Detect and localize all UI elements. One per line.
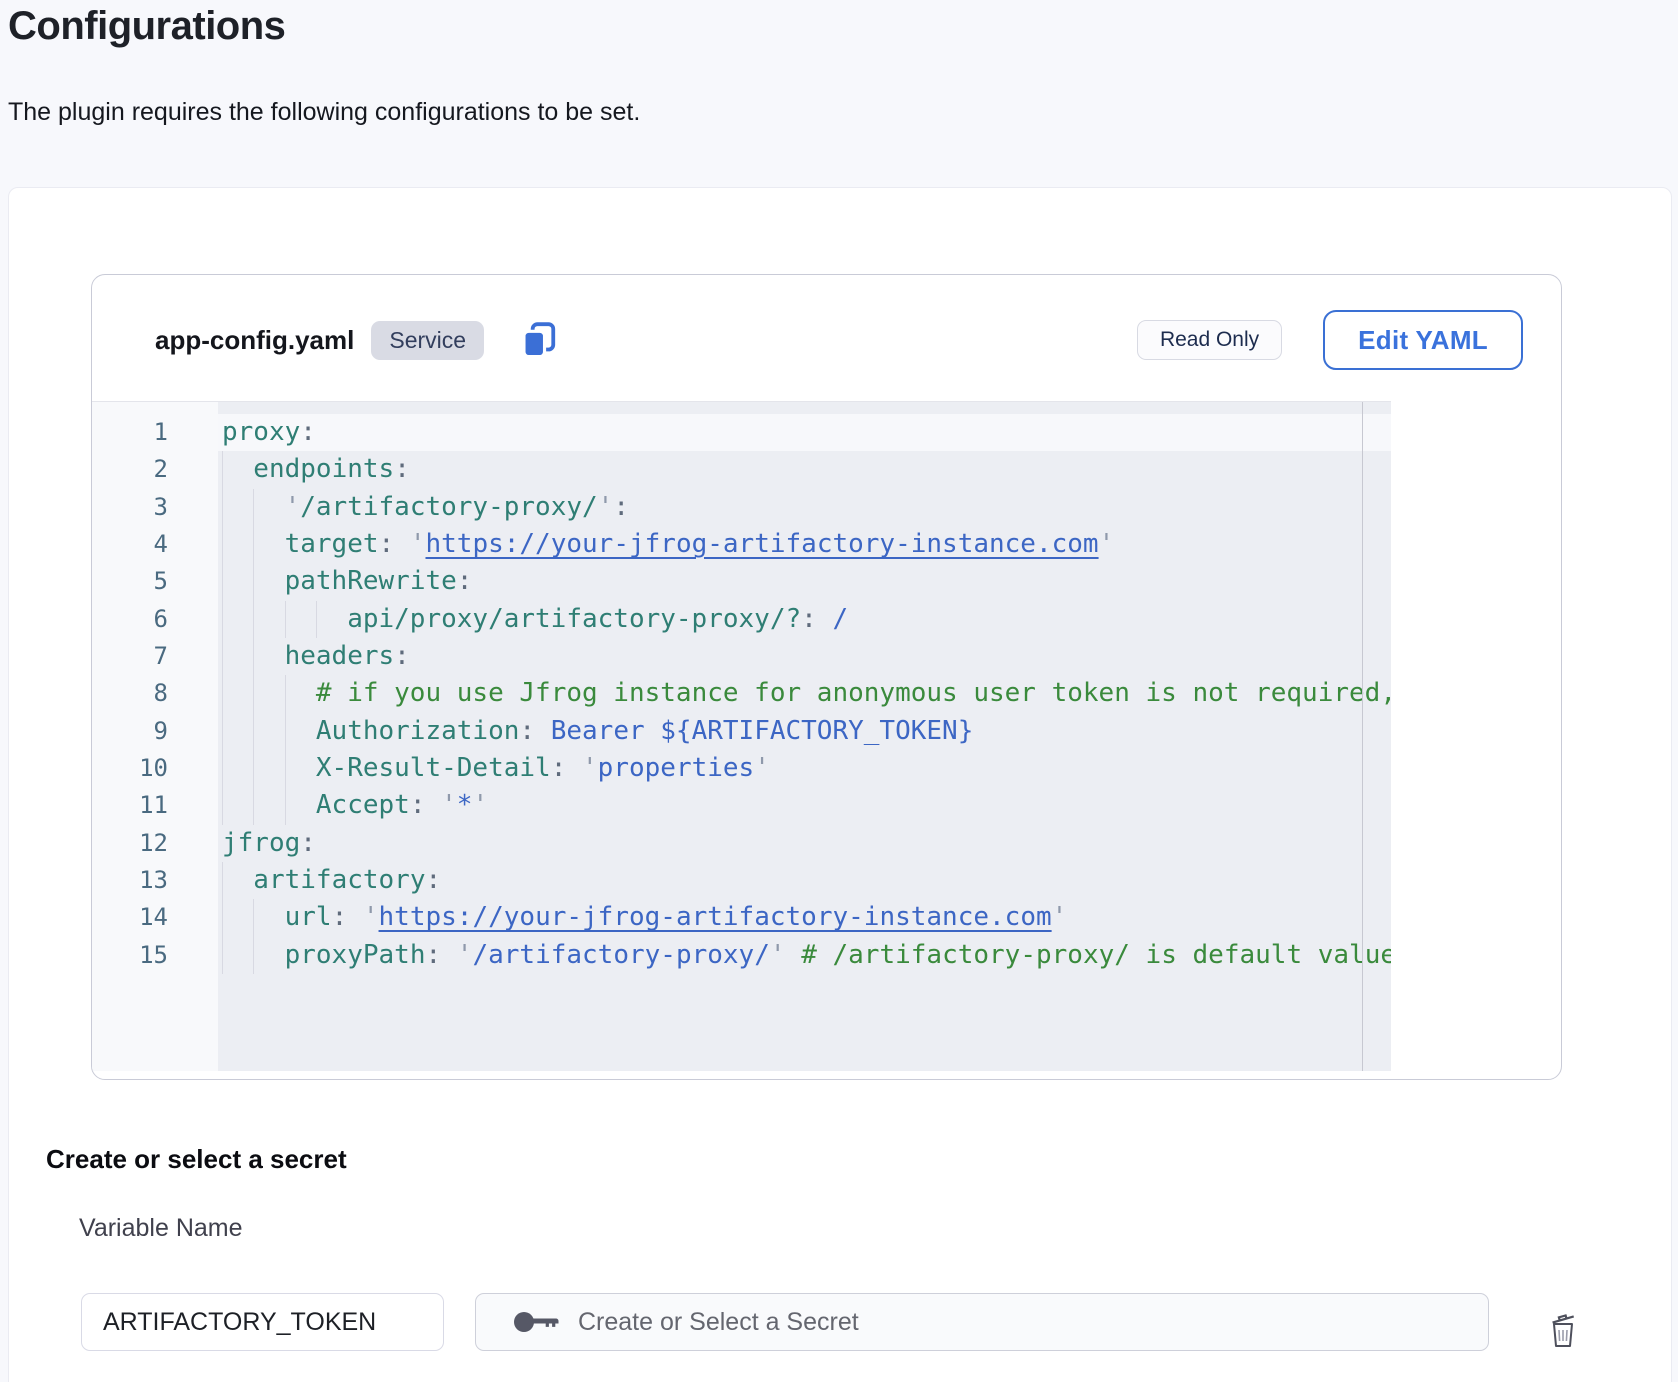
indent-guide — [222, 750, 253, 787]
indent-guide — [222, 601, 253, 638]
config-file-card: app-config.yaml Service Read Only Edit Y… — [91, 274, 1562, 1080]
code-line: pathRewrite: — [218, 563, 1391, 600]
indent-guide — [253, 937, 284, 974]
indent-guide — [253, 713, 284, 750]
indent-guide — [285, 675, 316, 712]
indent-guide — [316, 601, 347, 638]
yaml-editor[interactable]: 123456789101112131415 proxy:endpoints:'/… — [92, 401, 1391, 1071]
code-line: Authorization: Bearer ${ARTIFACTORY_TOKE… — [218, 713, 1391, 750]
code-area: proxy:endpoints:'/artifactory-proxy/':ta… — [218, 402, 1391, 1071]
edit-yaml-button[interactable]: Edit YAML — [1323, 310, 1523, 370]
code-line: proxyPath: '/artifactory-proxy/' # /arti… — [218, 937, 1391, 974]
indent-guide — [253, 563, 284, 600]
service-badge: Service — [371, 321, 484, 360]
line-number: 4 — [92, 526, 218, 563]
line-number: 8 — [92, 675, 218, 712]
delete-secret-button[interactable] — [1541, 1306, 1585, 1354]
indent-guide — [222, 526, 253, 563]
code-line: artifactory: — [218, 862, 1391, 899]
indent-guide — [253, 638, 284, 675]
file-name: app-config.yaml — [155, 325, 354, 356]
line-number: 1 — [92, 414, 218, 451]
line-number: 12 — [92, 825, 218, 862]
page-title: Configurations — [8, 4, 285, 49]
variable-name-input[interactable] — [81, 1293, 444, 1351]
indent-guide — [285, 787, 316, 824]
code-line: X-Result-Detail: 'properties' — [218, 750, 1391, 787]
code-line: # if you use Jfrog instance for anonymou… — [218, 675, 1391, 712]
indent-guide — [253, 899, 284, 936]
code-line: headers: — [218, 638, 1391, 675]
copy-button[interactable] — [518, 318, 560, 362]
line-number: 14 — [92, 899, 218, 936]
indent-guide — [285, 713, 316, 750]
indent-guide — [285, 601, 316, 638]
code-line: url: 'https://your-jfrog-artifactory-ins… — [218, 899, 1391, 936]
editor-scrollbar[interactable] — [1362, 402, 1363, 1071]
page-subtitle: The plugin requires the following config… — [8, 98, 640, 127]
code-lines: proxy:endpoints:'/artifactory-proxy/':ta… — [218, 414, 1391, 974]
line-number: 13 — [92, 862, 218, 899]
secret-select-placeholder: Create or Select a Secret — [578, 1308, 859, 1337]
indent-guide — [253, 787, 284, 824]
line-number: 9 — [92, 713, 218, 750]
configurations-panel: app-config.yaml Service Read Only Edit Y… — [8, 187, 1672, 1382]
indent-guide — [222, 563, 253, 600]
line-number: 11 — [92, 787, 218, 824]
indent-guide — [253, 489, 284, 526]
indent-guide — [253, 526, 284, 563]
read-only-button[interactable]: Read Only — [1137, 320, 1282, 360]
indent-guide — [222, 489, 253, 526]
indent-guide — [222, 638, 253, 675]
variable-name-label: Variable Name — [79, 1214, 243, 1243]
code-line: Accept: '*' — [218, 787, 1391, 824]
trash-icon — [1546, 1310, 1580, 1350]
code-line: '/artifactory-proxy/': — [218, 489, 1391, 526]
line-number: 2 — [92, 451, 218, 488]
code-line: jfrog: — [218, 825, 1391, 862]
line-number: 6 — [92, 601, 218, 638]
line-number: 3 — [92, 489, 218, 526]
secret-select[interactable]: Create or Select a Secret — [475, 1293, 1489, 1351]
indent-guide — [222, 899, 253, 936]
code-line: api/proxy/artifactory-proxy/?: / — [218, 601, 1391, 638]
editor-gutter: 123456789101112131415 — [92, 402, 218, 1071]
line-number: 10 — [92, 750, 218, 787]
indent-guide — [222, 675, 253, 712]
key-icon — [513, 1309, 561, 1335]
line-number: 15 — [92, 937, 218, 974]
indent-guide — [253, 675, 284, 712]
indent-guide — [222, 451, 253, 488]
code-line: target: 'https://your-jfrog-artifactory-… — [218, 526, 1391, 563]
code-line: endpoints: — [218, 451, 1391, 488]
indent-guide — [285, 750, 316, 787]
indent-guide — [222, 862, 253, 899]
card-header: app-config.yaml Service Read Only Edit Y… — [92, 275, 1561, 401]
indent-guide — [222, 713, 253, 750]
secret-section-title: Create or select a secret — [46, 1144, 347, 1175]
line-number: 5 — [92, 563, 218, 600]
indent-guide — [222, 787, 253, 824]
line-number: 7 — [92, 638, 218, 675]
indent-guide — [253, 750, 284, 787]
code-line: proxy: — [218, 414, 1391, 451]
indent-guide — [253, 601, 284, 638]
indent-guide — [222, 937, 253, 974]
copy-icon — [520, 319, 558, 361]
